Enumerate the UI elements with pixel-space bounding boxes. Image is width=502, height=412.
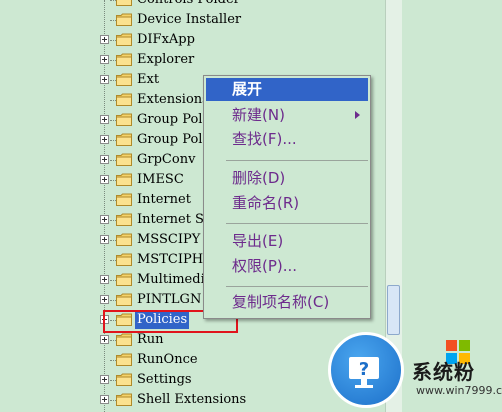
tree-item-label: Run [137, 332, 164, 347]
tree-item-label: RunOnce [137, 352, 198, 367]
tree-item-label: Group Pol [137, 112, 203, 127]
tree-item-label: PINTLGN [137, 292, 202, 307]
expand-plus-icon[interactable] [100, 215, 109, 224]
folder-icon [116, 153, 132, 166]
expand-plus-icon[interactable] [100, 275, 109, 284]
folder-icon [116, 113, 132, 126]
expand-plus-icon[interactable] [100, 155, 109, 164]
menu-item-label: 权限(P)... [232, 257, 298, 275]
expand-plus-icon[interactable] [100, 295, 109, 304]
tree-item-label: Explorer [137, 52, 195, 67]
folder-icon [116, 213, 132, 226]
expand-plus-icon[interactable] [100, 175, 109, 184]
site-watermark: ? 系统粉 www.win7999.com [328, 318, 502, 412]
watermark-url: www.win7999.com [416, 384, 502, 397]
folder-icon [116, 273, 132, 286]
menu-item-new[interactable]: 新建(N) [206, 104, 368, 127]
menu-item-find[interactable]: 查找(F)... [206, 128, 368, 151]
tree-item-label: MSTCIPH [137, 252, 203, 267]
menu-item-permissions[interactable]: 权限(P)... [206, 255, 368, 278]
expand-plus-icon[interactable] [100, 135, 109, 144]
folder-icon [116, 53, 132, 66]
tree-item-label: Shell Extensions [137, 392, 247, 407]
folder-icon [116, 373, 132, 386]
tree-item-label: Group Pol [137, 132, 203, 147]
expand-plus-icon[interactable] [100, 115, 109, 124]
tree-item-label: Internet Se [137, 212, 203, 227]
menu-item-label: 查找(F)... [232, 130, 297, 148]
folder-icon [116, 393, 132, 406]
tree-item-label: Settings [137, 372, 192, 387]
expand-plus-icon[interactable] [100, 75, 109, 84]
folder-icon [116, 193, 132, 206]
folder-icon [116, 353, 132, 366]
folder-icon [116, 233, 132, 246]
tree-item-label: Device Installer [137, 12, 242, 27]
tree-item[interactable]: Device Installer [0, 10, 390, 30]
folder-icon [116, 173, 132, 186]
context-menu: 展开 新建(N) 查找(F)... 删除(D) 重命名(R) 导出(E) 权限(… [203, 75, 371, 319]
menu-separator [226, 160, 368, 161]
tree-item-label: Controls Folder [135, 0, 242, 9]
tree-item-label: IMESC [137, 172, 184, 187]
monitor-question-icon: ? [328, 332, 404, 408]
folder-icon [116, 33, 132, 46]
tree-item-label: Extensions [137, 92, 203, 107]
menu-item-label: 新建(N) [232, 106, 285, 124]
folder-icon [116, 293, 132, 306]
folder-icon [116, 13, 132, 26]
expand-plus-icon[interactable] [100, 35, 109, 44]
menu-item-label: 导出(E) [232, 232, 284, 250]
menu-separator [226, 286, 368, 287]
menu-item-expand[interactable]: 展开 [206, 78, 368, 101]
watermark-brand: 系统粉 [412, 360, 475, 384]
folder-icon [116, 93, 132, 106]
tree-item[interactable]: DIFxApp [0, 30, 390, 50]
menu-item-export[interactable]: 导出(E) [206, 230, 368, 253]
folder-icon [116, 333, 132, 346]
folder-icon [116, 253, 132, 266]
folder-icon [116, 0, 132, 6]
menu-item-label: 复制项名称(C) [232, 293, 330, 311]
expand-plus-icon[interactable] [100, 375, 109, 384]
submenu-arrow-icon [355, 111, 360, 119]
menu-item-rename[interactable]: 重命名(R) [206, 192, 368, 215]
tree-item-label: Ext [137, 72, 160, 87]
tree-item[interactable]: Controls Folder [0, 0, 390, 10]
expand-plus-icon[interactable] [100, 235, 109, 244]
tree-item-label: GrpConv [137, 152, 196, 167]
expand-plus-icon[interactable] [100, 335, 109, 344]
tree-item[interactable]: Explorer [0, 50, 390, 70]
folder-icon [116, 73, 132, 86]
menu-item-delete[interactable]: 删除(D) [206, 167, 368, 190]
menu-separator [226, 223, 368, 224]
folder-icon [116, 133, 132, 146]
svg-text:?: ? [359, 359, 369, 380]
tree-item-label: Internet [137, 192, 191, 207]
menu-item-label: 重命名(R) [232, 194, 300, 212]
expand-plus-icon[interactable] [100, 395, 109, 404]
tree-item-label: Multimedia [137, 272, 203, 287]
tree-item-label: MSSCIPY [137, 232, 201, 247]
menu-item-label: 展开 [232, 80, 263, 98]
menu-item-copy-key-name[interactable]: 复制项名称(C) [206, 291, 368, 314]
menu-item-label: 删除(D) [232, 169, 286, 187]
tree-item-label: DIFxApp [137, 32, 195, 47]
expand-plus-icon[interactable] [100, 55, 109, 64]
